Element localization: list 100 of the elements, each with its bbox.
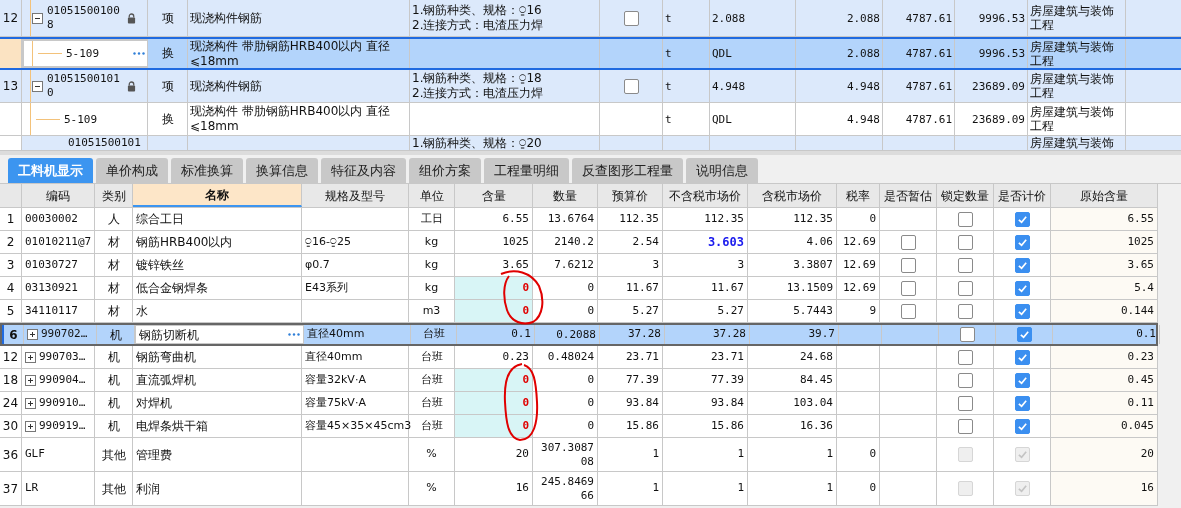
collapse-icon[interactable] [32,12,43,24]
checkbox[interactable] [1014,211,1030,227]
table-row[interactable]: 5 34110117 材 水 m3 0 0 5.27 5.27 5.7443 9 0.144 [0,300,1158,323]
table-row[interactable]: 4 03130921 材 低合金钢焊条 E43系列 kg 0 0 11.67 11.67 13.1509 12.69 5.4 [0,277,1158,300]
checkbox[interactable] [1014,349,1030,365]
checkbox[interactable] [957,257,973,273]
table-cell-text: φ0.7 [305,256,330,273]
table-cell-text: 93.84 [710,394,744,411]
checkbox[interactable] [1014,280,1030,296]
tab[interactable]: 标准换算 [171,158,243,183]
checkbox[interactable] [957,372,973,388]
column-header[interactable]: 规格及型号 [302,184,409,207]
checkbox[interactable] [1014,303,1030,319]
expand-icon[interactable] [25,374,36,386]
table-cell-text: 93.84 [625,394,659,411]
table-row[interactable]: 30 990919… 机 电焊条烘干箱 容量45×35×45cm3 台班 0 0 15.86 15.86 16.36 0.045 [0,415,1158,438]
table-row[interactable]: 1 00030002 人 综合工日 工日 6.55 13.6764 112.35 112.35 112.35 0 6.55 [0,208,1158,231]
column-header[interactable]: 编码 [22,184,95,207]
checkbox[interactable] [1014,372,1030,388]
column-header[interactable]: 锁定数量 [937,184,994,207]
checkbox[interactable] [957,303,973,319]
table-row[interactable]: 12 990703… 机 钢筋弯曲机 直径40mm 台班 0.23 0.48024 23.71 23.71 24.68 0.23 [0,346,1158,369]
checkbox[interactable] [957,395,973,411]
expand-icon[interactable] [25,397,36,409]
table-cell: 1 [652,446,659,463]
table-cell-text: 13.1509 [786,279,833,296]
checkbox[interactable] [1014,418,1030,434]
table-row[interactable]: 24 990910… 机 对焊机 容量75kV·A 台班 0 0 93.84 93.84 103.04 0.11 [0,392,1158,415]
checkbox[interactable] [900,280,916,296]
more-icon[interactable] [133,52,145,55]
column-header[interactable]: 单位 [409,184,455,207]
checkbox[interactable] [900,257,916,273]
table-cell-text: 00030002 [25,210,78,227]
table-cell-text: 16.36 [799,417,833,434]
column-header[interactable]: 含税市场价 [748,184,837,207]
table-cell-text: 房屋建筑与装饰工程 [1030,105,1115,133]
checkbox[interactable] [957,234,973,250]
table-cell-text: 0.23 [502,348,529,365]
checkbox[interactable] [900,303,916,319]
checkbox[interactable] [900,234,916,250]
table-cell-text: 镀锌铁丝 [136,257,184,274]
checkbox[interactable] [957,349,973,365]
row-number: 24 [2,395,19,412]
checkbox[interactable] [1014,257,1030,273]
table-cell: 16 [515,480,529,497]
tab[interactable]: 说明信息 [686,158,758,183]
table-cell: 2.088 [846,10,880,26]
column-header[interactable]: 预算价 [598,184,663,207]
table-row[interactable]: 2 01010211@7 材 钢筋HRB400以内 ⍜16-⍜25 kg 1025 2140.2 2.54 3.603 4.06 12.69 1025 [0,231,1158,254]
checkbox[interactable] [1016,327,1032,342]
tab[interactable]: 换算信息 [246,158,318,183]
tab[interactable]: 工程量明细 [484,158,569,183]
expand-icon[interactable] [25,351,36,363]
checkbox[interactable] [957,418,973,434]
more-icon[interactable] [288,333,300,336]
checkbox[interactable] [957,280,973,296]
table-cell: 0.48024 [547,350,594,364]
checkbox[interactable] [957,211,973,227]
table-cell: t [665,46,672,61]
edit-cell[interactable]: 5-109 [22,39,148,68]
column-header[interactable]: 是否计价 [994,184,1051,207]
table-row[interactable]: 6 990702… 机 钢筋切断机 直径40mm 台班 0.1 0.2088 37.28 37.28 39.7 0.1 [0,323,1158,346]
table-cell-text: 01010211@7 [25,233,92,250]
checkbox[interactable] [623,10,639,26]
column-header[interactable]: 是否暂估 [880,184,937,207]
table-cell: 0 [587,281,594,295]
checkbox[interactable] [959,327,975,342]
column-header[interactable]: 税率 [837,184,880,207]
table-cell-text: 15.86 [625,417,659,434]
table-row[interactable]: 3 01030727 材 镀锌铁丝 φ0.7 kg 3.65 7.6212 3 3 3.3807 12.69 3.65 [0,254,1158,277]
table-cell: 4.948 [846,78,880,94]
table-cell: 2.088 [712,10,746,26]
expand-icon[interactable] [27,329,38,340]
checkbox[interactable] [623,78,639,94]
tab[interactable]: 组价方案 [409,158,481,183]
expand-icon[interactable] [25,420,36,432]
table-row[interactable]: 01051500101 1.钢筋种类、规格：⍜20 房屋建筑与装饰 [0,136,1181,151]
table-cell: 13.6764 [547,212,594,226]
column-header[interactable]: 不含税市场价 [663,184,748,207]
checkbox[interactable] [1014,234,1030,250]
tab[interactable]: 反查图形工程量 [572,158,683,183]
column-header[interactable]: 原始含量 [1051,184,1158,207]
collapse-icon[interactable] [32,80,43,92]
column-header[interactable]: 含量 [455,184,533,207]
row-number: 30 [2,418,19,435]
column-header[interactable]: 数量 [533,184,598,207]
table-cell: 1.钢筋种类、规格：⍜16 [412,3,542,18]
tab[interactable]: 单价构成 [96,158,168,183]
table-cell-text: 6.55 [502,210,529,227]
table-cell-text: 工日 [420,210,443,227]
table-cell-text: 112.35 [793,210,833,227]
checkmark-icon [1016,351,1028,363]
table-cell-text: 0.23 [1127,348,1154,365]
tab[interactable]: 特征及内容 [321,158,406,183]
table-cell: 1.钢筋种类、规格：⍜18 [412,71,542,86]
table-cell-text: 人 [107,211,120,228]
checkbox[interactable] [1014,395,1030,411]
lock-icon [127,12,136,24]
column-header[interactable]: 名称 [133,184,302,207]
table-row[interactable]: 18 990904… 机 直流弧焊机 容量32kV·A 台班 0 0 77.39 77.39 84.45 0.45 [0,369,1158,392]
